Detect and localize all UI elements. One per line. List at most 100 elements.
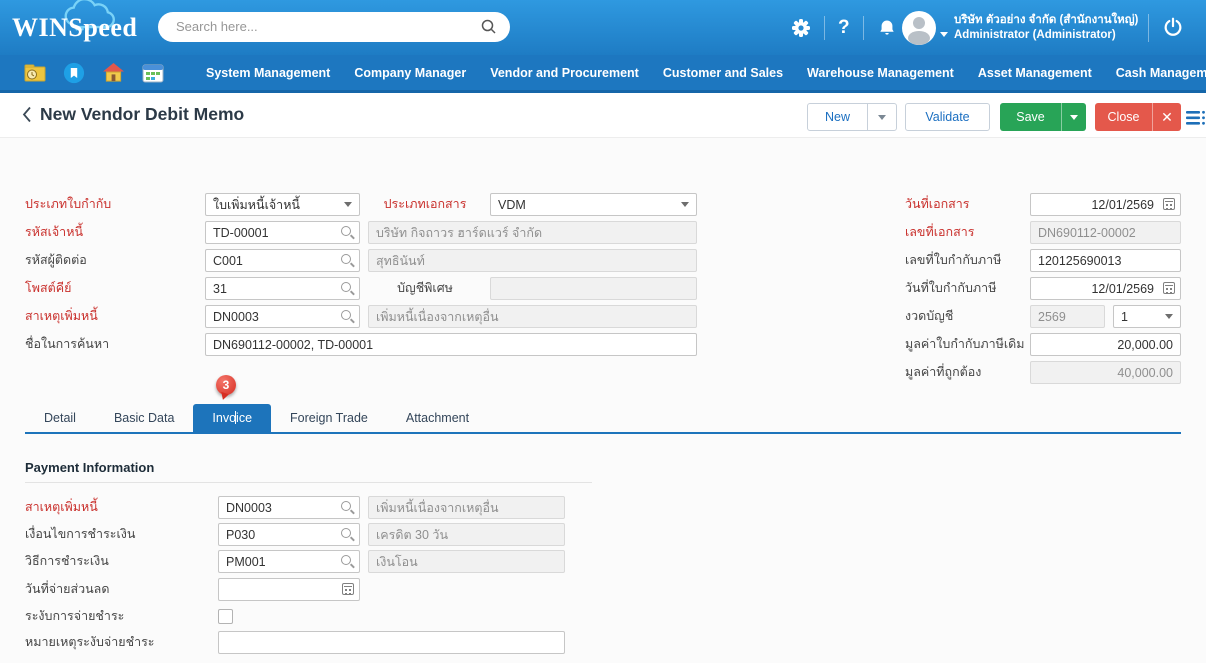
app-logo[interactable]: WINSpeed xyxy=(12,13,137,43)
tax-invoice-no-label: เลขที่ใบกำกับภาษี xyxy=(905,253,1030,269)
credit-terms-desc xyxy=(368,523,565,546)
top-header: WINSpeed xyxy=(0,0,1206,55)
search-icon[interactable] xyxy=(340,309,355,324)
hold-note-input[interactable] xyxy=(218,631,565,654)
doc-no-field xyxy=(1030,221,1181,244)
post-key-label: โพสต์คีย์ xyxy=(25,281,205,297)
vendor-code-input[interactable] xyxy=(205,221,360,244)
contact-code-input[interactable] xyxy=(205,249,360,272)
tab-invoice[interactable]: Invoice xyxy=(193,404,271,432)
discount-date-input[interactable] xyxy=(218,578,360,601)
vendor-name-field xyxy=(368,221,697,244)
tab-attachment[interactable]: Attachment xyxy=(387,404,488,432)
recent-folder-icon[interactable] xyxy=(24,64,46,82)
menu-bar: System Management Company Manager Vendor… xyxy=(194,55,1206,90)
nav-item-vendor-procurement[interactable]: Vendor and Procurement xyxy=(478,66,651,80)
tab-bar: Detail Basic Data Invoice Foreign Trade … xyxy=(25,404,488,432)
hold-payment-label: ระงับการจ่ายชำระ xyxy=(25,609,218,625)
period-select[interactable]: 1 xyxy=(1113,305,1181,328)
correct-value-field xyxy=(1030,361,1181,384)
company-name: บริษัท ตัวอย่าง จำกัด (สำนักงานใหญ่) xyxy=(954,13,1138,28)
avatar xyxy=(902,11,936,45)
invoice-type-value: ใบเพิ่มหนี้เจ้าหนี้ xyxy=(213,195,300,215)
original-value-input[interactable] xyxy=(1030,333,1181,356)
calendar-icon[interactable] xyxy=(342,583,354,595)
save-button[interactable]: Save xyxy=(1000,103,1061,131)
validate-button-wrap: Validate xyxy=(905,103,990,131)
period-value: 1 xyxy=(1121,310,1128,324)
payment-debit-reason-input[interactable] xyxy=(218,496,360,519)
nav-item-asset-management[interactable]: Asset Management xyxy=(966,66,1104,80)
search-name-input[interactable] xyxy=(205,333,697,356)
invoice-type-select[interactable]: ใบเพิ่มหนี้เจ้าหนี้ xyxy=(205,193,360,216)
calendar-icon[interactable] xyxy=(142,63,164,83)
debit-reason-desc-field xyxy=(368,305,697,328)
search-icon[interactable] xyxy=(340,225,355,240)
search-icon[interactable] xyxy=(340,253,355,268)
payment-method-input[interactable] xyxy=(218,550,360,573)
debit-reason-input[interactable] xyxy=(205,305,360,328)
page-title: New Vendor Debit Memo xyxy=(40,104,244,125)
tab-invoice-label: Invoice xyxy=(212,411,252,425)
doc-type-select[interactable]: VDM xyxy=(490,193,697,216)
search-icon[interactable] xyxy=(340,500,355,515)
doc-date-label: วันที่เอกสาร xyxy=(905,197,1030,213)
doc-no-label: เลขที่เอกสาร xyxy=(905,225,1030,241)
hold-payment-checkbox[interactable] xyxy=(218,609,233,624)
period-label: งวดบัญชี xyxy=(905,309,1030,325)
menu-list-icon[interactable] xyxy=(1186,110,1206,131)
chevron-down-icon xyxy=(878,115,886,120)
nav-item-customer-sales[interactable]: Customer and Sales xyxy=(651,66,795,80)
chevron-down-icon xyxy=(1165,314,1173,319)
save-dropdown-toggle[interactable] xyxy=(1061,103,1086,131)
text-cursor xyxy=(235,411,236,424)
close-x-icon[interactable]: ✕ xyxy=(1152,103,1181,131)
calendar-icon[interactable] xyxy=(1163,198,1175,210)
search-input[interactable] xyxy=(174,13,474,39)
calendar-icon[interactable] xyxy=(1163,282,1175,294)
chevron-down-icon xyxy=(681,202,689,207)
help-icon[interactable]: ? xyxy=(825,17,863,39)
nav-item-cash-management[interactable]: Cash Management xyxy=(1104,66,1206,80)
search-icon[interactable] xyxy=(340,281,355,296)
doc-date-input[interactable] xyxy=(1030,193,1181,216)
special-account-label: บัญชีพิเศษ xyxy=(360,281,490,297)
validate-button[interactable]: Validate xyxy=(906,104,989,130)
settings-gear-icon[interactable] xyxy=(778,18,824,38)
tab-foreign-trade[interactable]: Foreign Trade xyxy=(271,404,387,432)
post-key-input[interactable] xyxy=(205,277,360,300)
nav-item-warehouse-management[interactable]: Warehouse Management xyxy=(795,66,966,80)
back-icon[interactable] xyxy=(22,106,32,128)
global-search[interactable] xyxy=(158,12,510,42)
vendor-debit-memo-page: WINSpeed xyxy=(0,0,1206,663)
step-badge: 3 xyxy=(216,375,236,395)
new-button[interactable]: New xyxy=(808,104,867,130)
payment-debit-reason-label: สาเหตุเพิ่มหนี้ xyxy=(25,500,218,516)
period-year-field xyxy=(1030,305,1105,328)
tab-basic-data[interactable]: Basic Data xyxy=(95,404,193,432)
doc-type-label: ประเภทเอกสาร xyxy=(360,197,490,213)
tax-invoice-date-input[interactable] xyxy=(1030,277,1181,300)
user-role: Administrator (Administrator) xyxy=(954,28,1138,43)
home-icon[interactable] xyxy=(102,62,125,83)
title-bar: New Vendor Debit Memo New Validate Save … xyxy=(0,93,1206,137)
bookmark-icon[interactable] xyxy=(63,62,85,84)
credit-terms-label: เงื่อนไขการชำระเงิน xyxy=(25,527,218,543)
tax-invoice-no-input[interactable] xyxy=(1030,249,1181,272)
search-icon[interactable] xyxy=(340,554,355,569)
credit-terms-input[interactable] xyxy=(218,523,360,546)
payment-section-heading: Payment Information xyxy=(25,460,154,475)
search-icon[interactable] xyxy=(340,527,355,542)
close-button[interactable]: Close xyxy=(1095,103,1152,131)
divider xyxy=(25,482,592,483)
new-dropdown-toggle[interactable] xyxy=(867,104,896,130)
logout-power-icon[interactable] xyxy=(1162,16,1184,43)
tab-detail[interactable]: Detail xyxy=(25,404,95,432)
user-menu[interactable]: บริษัท ตัวอย่าง จำกัด (สำนักงานใหญ่) Adm… xyxy=(902,0,1138,55)
search-icon[interactable] xyxy=(481,19,497,35)
payment-method-desc xyxy=(368,550,565,573)
vendor-code-label: รหัสเจ้าหนี้ xyxy=(25,225,205,241)
nav-item-system-management[interactable]: System Management xyxy=(194,66,342,80)
nav-item-company-manager[interactable]: Company Manager xyxy=(342,66,478,80)
hold-note-label: หมายเหตุระงับจ่ายชำระ xyxy=(25,635,218,651)
